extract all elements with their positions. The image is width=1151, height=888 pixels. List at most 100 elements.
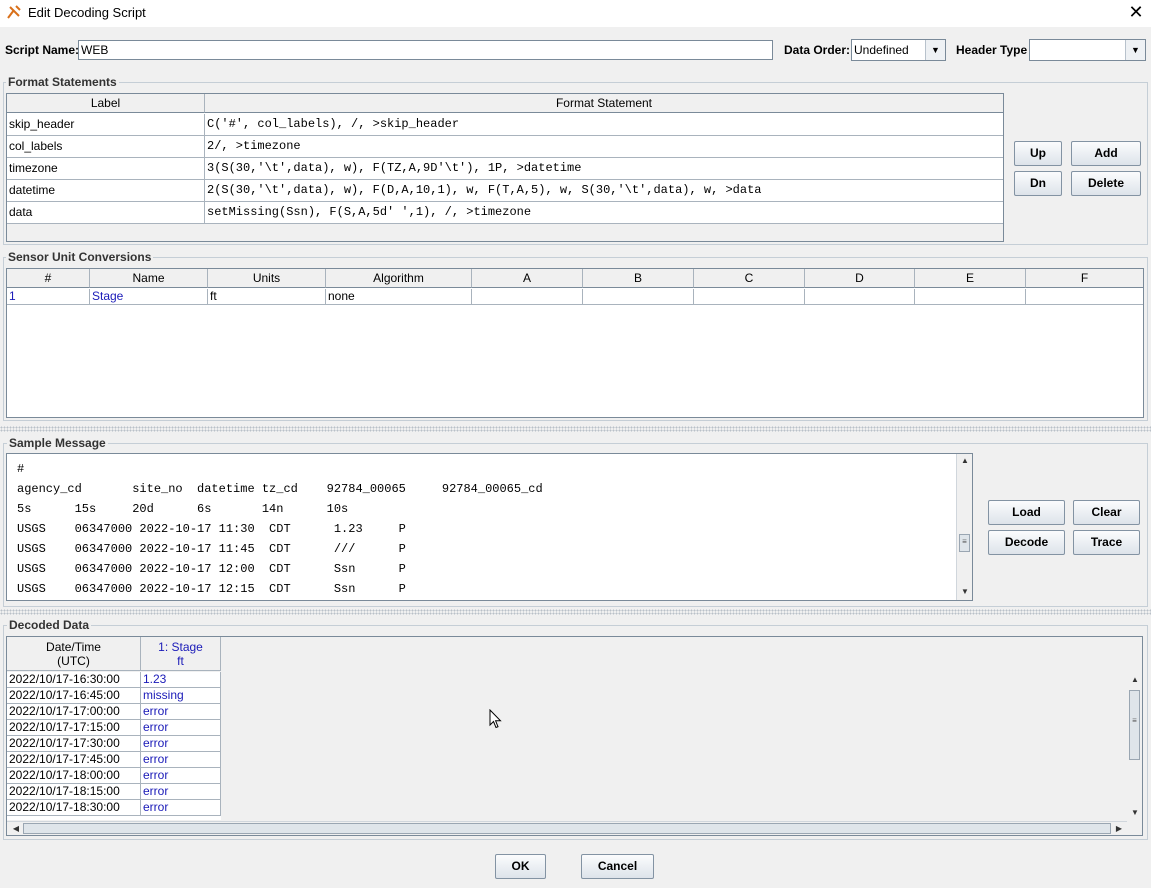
table-row[interactable]: 2022/10/17-16:30:00 1.23 [7, 672, 221, 688]
table-row[interactable]: 2022/10/17-17:45:00 error [7, 752, 221, 768]
delete-button[interactable]: Delete [1071, 171, 1141, 196]
clear-button[interactable]: Clear [1073, 500, 1140, 525]
col-header-f[interactable]: F [1026, 269, 1143, 288]
table-row[interactable]: 2022/10/17-17:00:00 error [7, 704, 221, 720]
scroll-up-icon[interactable]: ▲ [1128, 673, 1142, 687]
sensor-algorithm[interactable]: none [326, 289, 472, 305]
row-label[interactable]: skip_header [7, 114, 205, 136]
col-header-units[interactable]: Units [208, 269, 326, 288]
table-row[interactable]: 2022/10/17-18:15:00 error [7, 784, 221, 800]
row-label[interactable]: timezone [7, 158, 205, 180]
col-header-stage[interactable]: 1: Stage ft [141, 637, 221, 671]
table-row[interactable]: skip_header C('#', col_labels), /, >skip… [7, 114, 1003, 136]
table-row[interactable]: timezone 3(S(30,'\t',data), w), F(TZ,A,9… [7, 158, 1003, 180]
data-order-select[interactable]: Undefined ▼ [851, 39, 946, 61]
decoded-hscrollbar[interactable]: ◀ ▶ [7, 821, 1127, 835]
table-row[interactable]: datetime 2(S(30,'\t',data), w), F(D,A,10… [7, 180, 1003, 202]
col-header-algorithm[interactable]: Algorithm [326, 269, 472, 288]
stage-header-line2: ft [177, 654, 184, 668]
script-name-label: Script Name: [5, 43, 80, 57]
mouse-cursor-icon [489, 709, 502, 729]
row-statement[interactable]: 2(S(30,'\t',data), w), F(D,A,10,1), w, F… [205, 180, 1003, 202]
message-line: 5s 15s 20d 6s 14n 10s [17, 502, 349, 516]
col-header-e[interactable]: E [915, 269, 1026, 288]
datetime-header-line1: Date/Time [46, 640, 101, 654]
trace-button[interactable]: Trace [1073, 530, 1140, 555]
row-time: 2022/10/17-18:00:00 [7, 768, 141, 784]
decode-button[interactable]: Decode [988, 530, 1065, 555]
table-row[interactable]: 1 Stage ft none [7, 289, 1143, 305]
row-statement[interactable]: C('#', col_labels), /, >skip_header [205, 114, 1003, 136]
scroll-left-icon[interactable]: ◀ [9, 822, 23, 835]
col-header-label[interactable]: Label [7, 94, 205, 113]
sensor-coef-d[interactable] [805, 289, 915, 305]
sensor-coef-e[interactable] [915, 289, 1026, 305]
col-header-b[interactable]: B [583, 269, 694, 288]
decoded-vscrollbar[interactable]: ▲ ≡ ▼ [1127, 672, 1142, 821]
scroll-thumb[interactable]: ≡ [959, 534, 970, 552]
table-row[interactable]: 2022/10/17-18:30:00 error [7, 800, 221, 816]
window-title: Edit Decoding Script [28, 5, 146, 20]
row-statement[interactable]: setMissing(Ssn), F(S,A,5d' ',1), /, >tim… [205, 202, 1003, 224]
scroll-up-icon[interactable]: ▲ [958, 454, 972, 468]
decoded-data-title: Decoded Data [7, 618, 92, 632]
table-row[interactable]: 2022/10/17-17:30:00 error [7, 736, 221, 752]
row-label[interactable]: data [7, 202, 205, 224]
header-type-select[interactable]: ▼ [1029, 39, 1146, 61]
row-time: 2022/10/17-17:00:00 [7, 704, 141, 720]
col-header-format[interactable]: Format Statement [205, 94, 1003, 113]
message-scrollbar[interactable]: ▲ ≡ ▼ [956, 454, 972, 600]
row-statement[interactable]: 3(S(30,'\t',data), w), F(TZ,A,9D'\t'), 1… [205, 158, 1003, 180]
chevron-down-icon[interactable]: ▼ [1125, 40, 1145, 60]
row-time: 2022/10/17-17:45:00 [7, 752, 141, 768]
row-label[interactable]: col_labels [7, 136, 205, 158]
sensor-coef-c[interactable] [694, 289, 805, 305]
ok-button[interactable]: OK [495, 854, 546, 879]
sensor-name[interactable]: Stage [90, 289, 208, 305]
script-name-input[interactable]: WEB [78, 40, 773, 60]
row-time: 2022/10/17-16:45:00 [7, 688, 141, 704]
sensor-num[interactable]: 1 [7, 289, 90, 305]
chevron-down-icon[interactable]: ▼ [925, 40, 945, 60]
col-header-a[interactable]: A [472, 269, 583, 288]
table-row[interactable]: data setMissing(Ssn), F(S,A,5d' ',1), /,… [7, 202, 1003, 224]
col-header-datetime[interactable]: Date/Time (UTC) [7, 637, 141, 671]
splitter-handle[interactable] [0, 609, 1151, 615]
message-line: agency_cd site_no datetime tz_cd 92784_0… [17, 482, 543, 496]
col-header-num[interactable]: # [7, 269, 90, 288]
datetime-header-line2: (UTC) [57, 654, 90, 668]
cancel-button[interactable]: Cancel [581, 854, 654, 879]
up-button[interactable]: Up [1014, 141, 1062, 166]
message-line: # [17, 462, 25, 476]
app-icon [7, 5, 21, 19]
row-value: error [141, 800, 221, 816]
col-header-d[interactable]: D [805, 269, 915, 288]
table-row[interactable]: 2022/10/17-16:45:00 missing [7, 688, 221, 704]
load-button[interactable]: Load [988, 500, 1065, 525]
table-row[interactable]: 2022/10/17-18:00:00 error [7, 768, 221, 784]
sensor-coef-b[interactable] [583, 289, 694, 305]
data-order-label: Data Order: [784, 43, 851, 57]
col-header-name[interactable]: Name [90, 269, 208, 288]
table-row[interactable]: 2022/10/17-17:15:00 error [7, 720, 221, 736]
sample-message-textarea[interactable]: # agency_cd site_no datetime tz_cd 92784… [6, 453, 973, 601]
splitter-handle[interactable] [0, 426, 1151, 432]
row-statement[interactable]: 2/, >timezone [205, 136, 1003, 158]
scroll-down-icon[interactable]: ▼ [958, 585, 972, 599]
add-button[interactable]: Add [1071, 141, 1141, 166]
sensor-coef-a[interactable] [472, 289, 583, 305]
sensor-units-table: # Name Units Algorithm A B C D E F 1 Sta… [6, 268, 1144, 418]
scroll-thumb[interactable]: ≡ [1129, 690, 1140, 760]
down-button[interactable]: Dn [1014, 171, 1062, 196]
table-row[interactable]: col_labels 2/, >timezone [7, 136, 1003, 158]
sensor-units[interactable]: ft [208, 289, 326, 305]
row-label[interactable]: datetime [7, 180, 205, 202]
scroll-down-icon[interactable]: ▼ [1128, 806, 1142, 820]
sensor-coef-f[interactable] [1026, 289, 1143, 305]
scroll-right-icon[interactable]: ▶ [1112, 822, 1126, 835]
hscroll-thumb[interactable] [23, 823, 1111, 834]
close-icon[interactable]: ✕ [1126, 3, 1146, 23]
col-header-c[interactable]: C [694, 269, 805, 288]
row-value: error [141, 752, 221, 768]
format-statements-table: Label Format Statement skip_header C('#'… [6, 93, 1004, 242]
